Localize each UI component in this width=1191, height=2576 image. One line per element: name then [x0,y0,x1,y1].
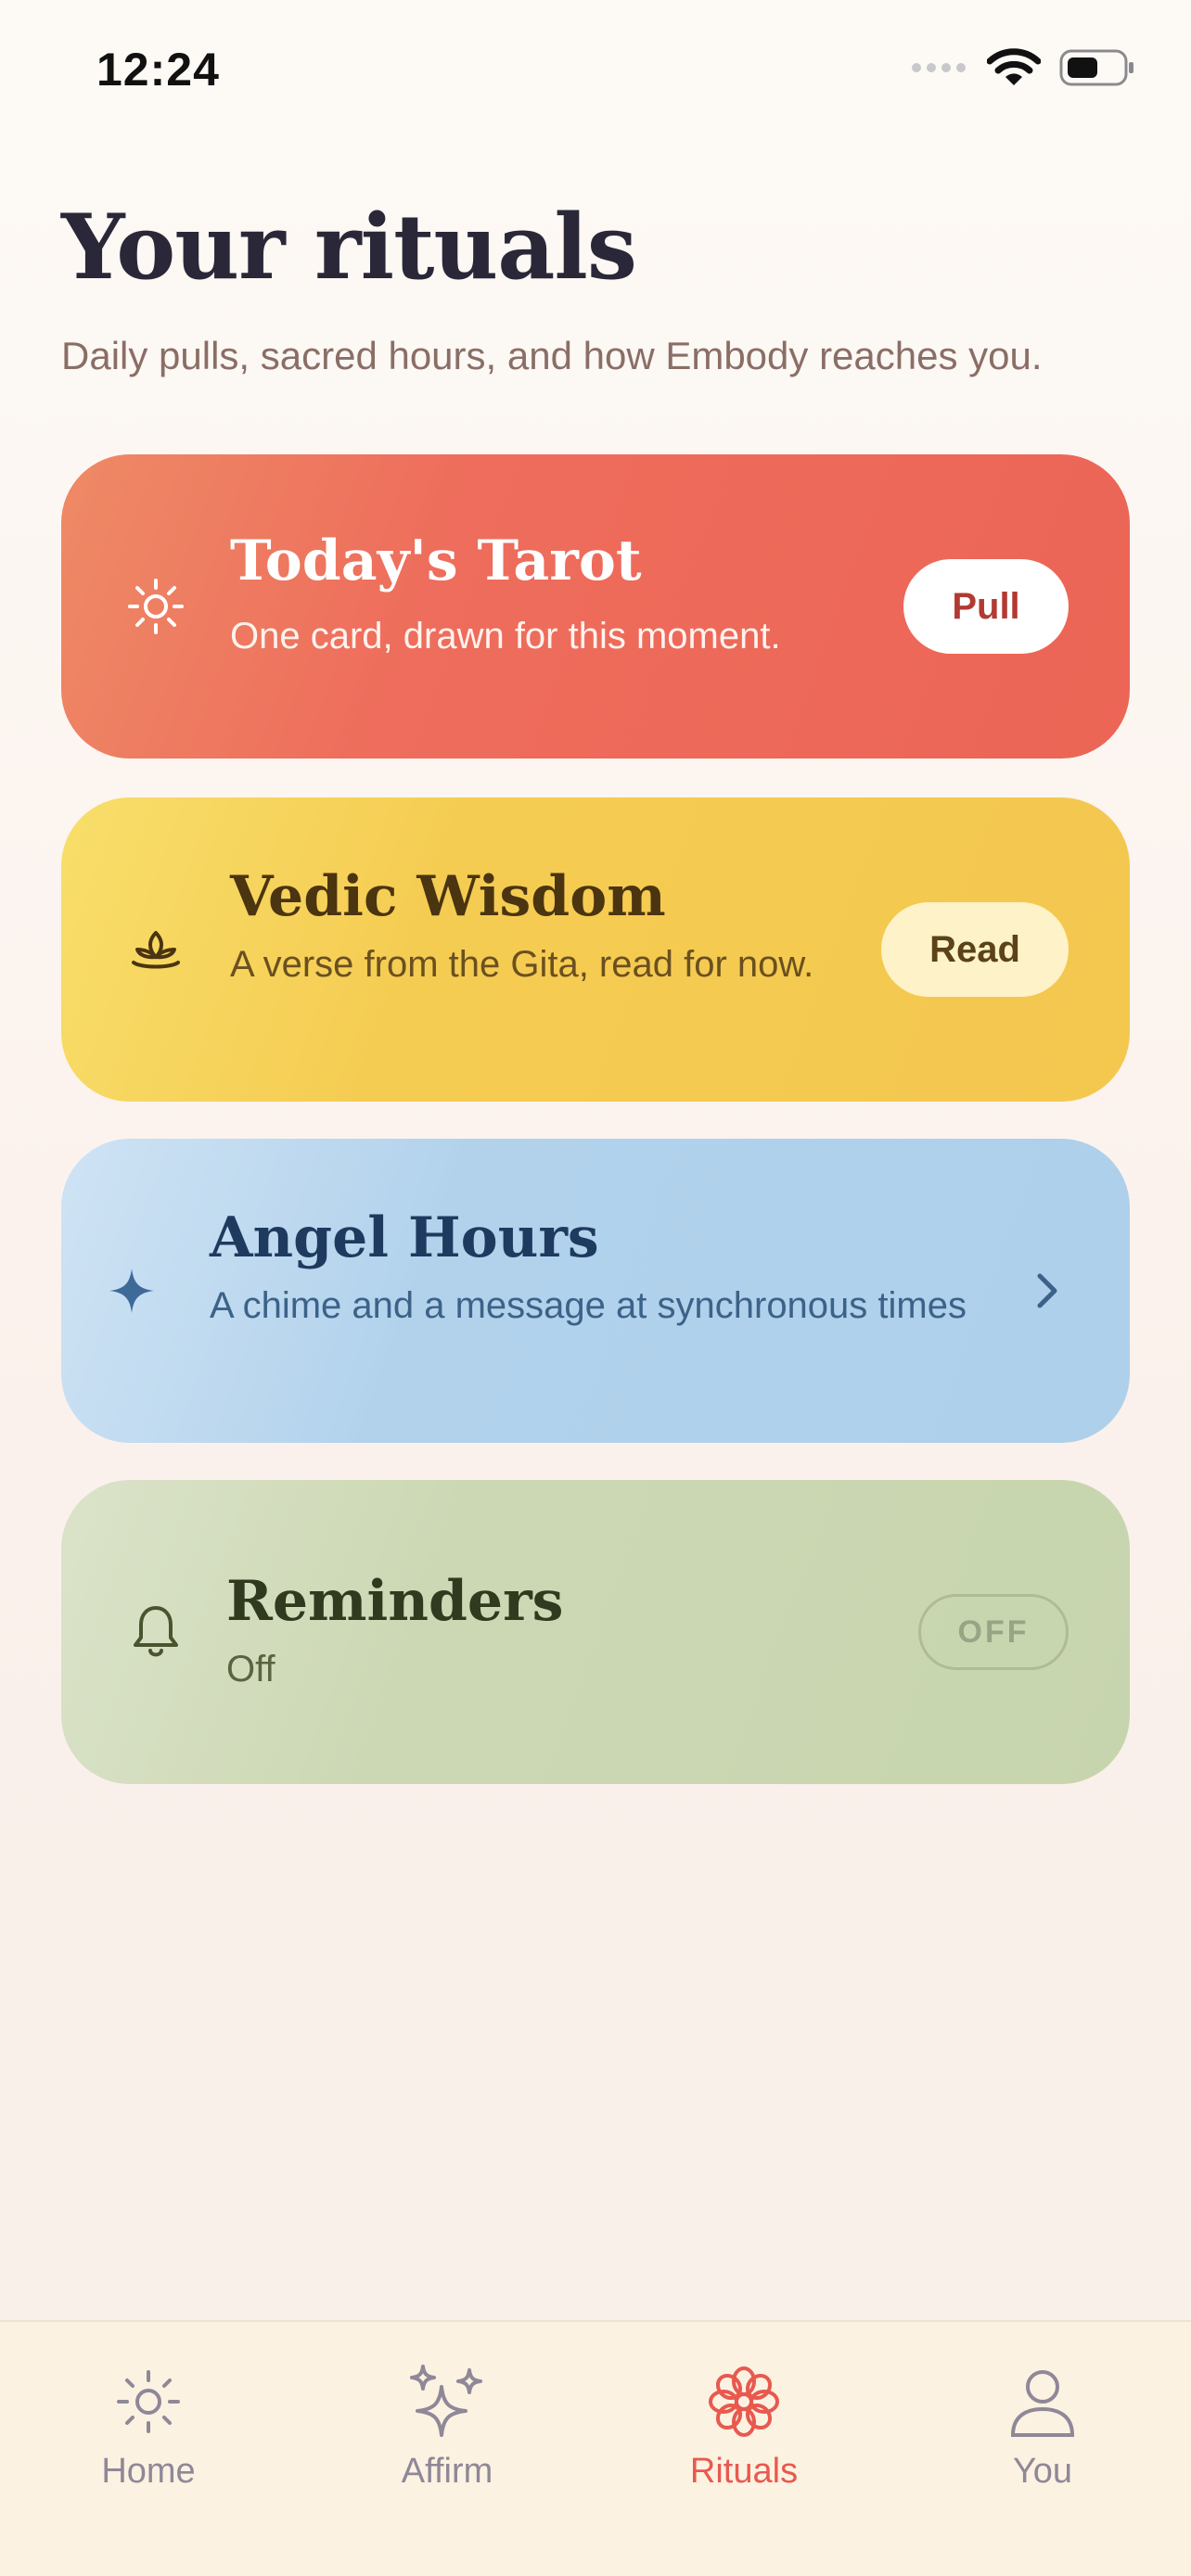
tab-home-label: Home [101,2452,196,2491]
flower-icon [705,2363,783,2441]
angel-hours-card[interactable]: Angel Hours A chime and a message at syn… [61,1139,1130,1443]
lotus-icon [122,916,189,983]
tab-affirm[interactable]: Affirm [345,2363,549,2511]
tab-you[interactable]: You [941,2363,1145,2511]
tab-bar: Home Affirm Rituals You [0,2320,1191,2576]
tab-rituals-label: Rituals [689,2452,799,2491]
wifi-icon [986,48,1042,92]
status-icons [911,48,1135,92]
reminders-status: Off [226,1649,275,1690]
tarot-card-title: Today's Tarot [230,529,642,593]
reminders-card[interactable]: Reminders Off OFF [61,1480,1130,1784]
page-title: Your rituals [61,195,637,300]
sparkles-icon [408,2363,486,2441]
tarot-card[interactable]: Today's Tarot One card, drawn for this m… [61,454,1130,759]
read-button[interactable]: Read [881,902,1069,997]
angel-hours-card-description: A chime and a message at synchronous tim… [210,1285,967,1326]
reminders-toggle[interactable]: OFF [918,1594,1069,1670]
sparkle-icon [98,1257,165,1324]
status-bar: 12:24 [0,0,1191,148]
cellular-signal-icon [911,61,968,79]
tab-home[interactable]: Home [46,2363,250,2511]
pull-button[interactable]: Pull [903,559,1069,654]
vedic-wisdom-card[interactable]: Vedic Wisdom A verse from the Gita, read… [61,797,1130,1102]
chevron-right-icon[interactable] [1024,1269,1069,1313]
sun-icon [122,573,189,640]
tab-affirm-label: Affirm [401,2452,493,2491]
reminders-card-title: Reminders [226,1569,564,1634]
page-subtitle: Daily pulls, sacred hours, and how Embod… [61,334,1043,377]
tab-you-label: You [1012,2452,1073,2491]
angel-hours-card-title: Angel Hours [210,1205,599,1270]
tarot-card-description: One card, drawn for this moment. [230,616,781,657]
vedic-wisdom-card-description: A verse from the Gita, read for now. [230,944,814,985]
person-icon [1004,2363,1082,2441]
tab-rituals[interactable]: Rituals [642,2363,846,2511]
vedic-wisdom-card-title: Vedic Wisdom [230,864,666,929]
sun-icon [109,2363,187,2441]
bell-icon [122,1599,189,1665]
status-time: 12:24 [96,44,220,96]
battery-icon [1059,48,1135,92]
